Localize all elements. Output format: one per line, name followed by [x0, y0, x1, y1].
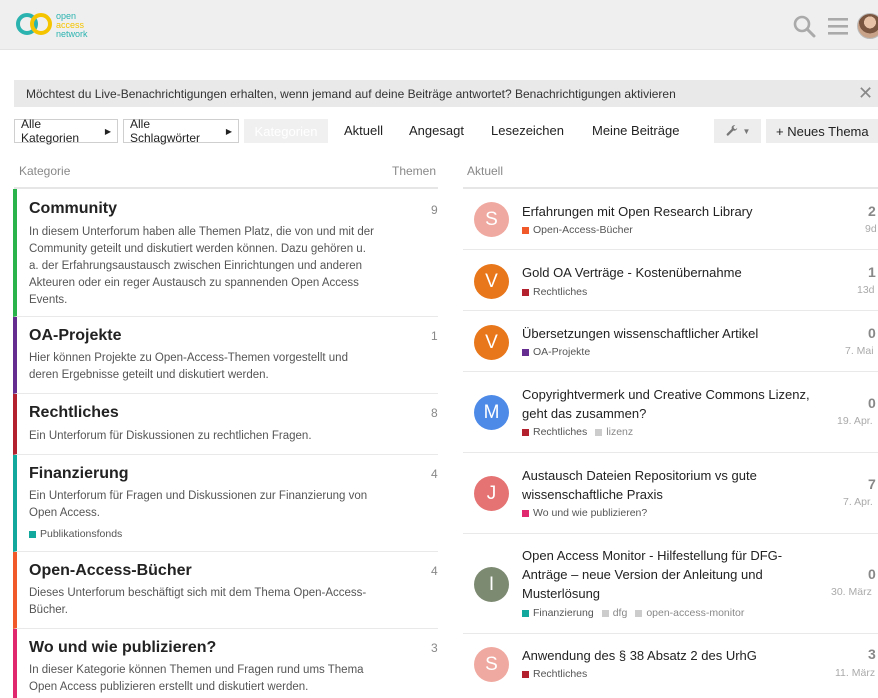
category-topic-count: 1 [431, 329, 438, 343]
new-topic-button[interactable]: + Neues Thema [766, 119, 878, 143]
category-title[interactable]: Community [29, 200, 117, 218]
category-title[interactable]: Finanzierung [29, 465, 129, 483]
subcategory-link[interactable]: Publikationsfonds [29, 528, 122, 540]
topic-row[interactable]: J Austausch Dateien Repositorium vs gute… [463, 453, 878, 534]
caret-right-icon: ▶ [225, 126, 232, 136]
wrench-icon [726, 125, 737, 136]
category-row[interactable]: Open-Access-Bücher Dieses Unterforum bes… [13, 552, 438, 629]
topic-reply-count: 7 [868, 476, 876, 492]
topic-activity-date[interactable]: 7. Apr. [843, 496, 873, 508]
topic-row[interactable]: I Open Access Monitor - Hilfestellung fü… [463, 534, 878, 634]
topic-category[interactable]: Rechtliches [522, 668, 587, 680]
topic-author-avatar[interactable]: V [474, 325, 509, 360]
hamburger-menu-icon[interactable] [826, 14, 850, 38]
category-row[interactable]: OA-Projekte Hier können Projekte zu Open… [13, 317, 438, 394]
category-title[interactable]: Open-Access-Bücher [29, 562, 192, 580]
tab-trending[interactable]: Angesagt [409, 123, 464, 138]
topic-reply-count: 3 [868, 646, 876, 662]
topic-title[interactable]: Copyrightvermerk und Creative Commons Li… [522, 385, 812, 423]
topic-activity-date[interactable]: 9d [865, 223, 877, 235]
topic-category[interactable]: Rechtliches lizenz [522, 426, 633, 438]
user-avatar[interactable] [857, 13, 878, 39]
topic-reply-count: 0 [868, 395, 876, 411]
topic-activity-date[interactable]: 7. Mai [845, 345, 874, 357]
search-icon[interactable] [792, 14, 816, 38]
category-title[interactable]: Rechtliches [29, 404, 119, 422]
logo-icon [16, 11, 52, 39]
topic-title[interactable]: Anwendung des § 38 Absatz 2 des UrhG [522, 646, 812, 665]
topic-title[interactable]: Gold OA Verträge - Kostenübernahme [522, 263, 812, 282]
topic-row[interactable]: V Gold OA Verträge - Kostenübernahme Rec… [463, 250, 878, 311]
topic-category[interactable]: Finanzierung dfg open-access-monitor [522, 607, 744, 619]
topic-title[interactable]: Übersetzungen wissenschaftlicher Artikel [522, 324, 812, 343]
category-row[interactable]: Community In diesem Unterforum haben all… [13, 189, 438, 317]
caret-right-icon: ▶ [104, 126, 111, 136]
category-row[interactable]: Rechtliches Ein Unterforum für Diskussio… [13, 394, 438, 455]
topic-reply-count: 0 [868, 566, 876, 582]
topic-author-avatar[interactable]: I [474, 567, 509, 602]
category-topic-count: 3 [431, 641, 438, 655]
category-column-header: Kategorie [19, 164, 71, 178]
topic-title[interactable]: Austausch Dateien Repositorium vs gute w… [522, 466, 812, 504]
topic-category[interactable]: Rechtliches [522, 286, 587, 298]
category-title[interactable]: Wo und wie publizieren? [29, 639, 216, 657]
category-description: Hier können Projekte zu Open-Access-Them… [29, 352, 348, 381]
topic-row[interactable]: S Anwendung des § 38 Absatz 2 des UrhG R… [463, 634, 878, 698]
tab-categories[interactable]: Kategorien [244, 119, 328, 143]
category-row[interactable]: Wo und wie publizieren? In dieser Katego… [13, 629, 438, 698]
topic-category[interactable]: Open-Access-Bücher [522, 224, 633, 236]
topic-activity-date[interactable]: 19. Apr. [837, 415, 873, 427]
topic-category[interactable]: Wo und wie publizieren? [522, 507, 647, 519]
navigation-bar: Alle Kategorien ▶ Alle Schlagwörter ▶ Kate… [14, 117, 878, 145]
topic-row[interactable]: V Übersetzungen wissenschaftlicher Artik… [463, 311, 878, 372]
category-description: Ein Unterforum für Fragen und Diskussion… [29, 490, 368, 519]
topic-activity-date[interactable]: 13d [857, 284, 875, 296]
topic-tag[interactable]: dfg [601, 607, 627, 619]
category-description: Ein Unterforum für Diskussionen zu recht… [29, 430, 312, 442]
category-description: Dieses Unterforum beschäftigt sich mit d… [29, 587, 367, 616]
category-row[interactable]: Finanzierung Ein Unterforum für Fragen u… [13, 455, 438, 552]
category-topic-count: 4 [431, 467, 438, 481]
all-tags-dropdown[interactable]: Alle Schlagwörter ▶ [123, 117, 239, 145]
topic-author-avatar[interactable]: S [474, 202, 509, 237]
topic-reply-count: 1 [868, 264, 876, 280]
topic-author-avatar[interactable]: V [474, 264, 509, 299]
topic-tag[interactable]: open-access-monitor [635, 607, 744, 619]
topic-title[interactable]: Erfahrungen mit Open Research Library [522, 202, 812, 221]
topic-activity-date[interactable]: 30. März [831, 586, 872, 598]
topic-author-avatar[interactable]: S [474, 647, 509, 682]
tab-latest[interactable]: Aktuell [344, 123, 383, 138]
topic-reply-count: 2 [868, 203, 876, 219]
wrench-dropdown-button[interactable]: ▼ [714, 119, 761, 143]
topic-author-avatar[interactable]: M [474, 395, 509, 430]
category-title[interactable]: OA-Projekte [29, 327, 121, 345]
logo-text-network: network [56, 28, 88, 39]
topic-category[interactable]: OA-Projekte [522, 346, 590, 358]
category-topic-count: 4 [431, 564, 438, 578]
topic-tag[interactable]: lizenz [595, 426, 633, 438]
tab-my-posts[interactable]: Meine Beiträge [592, 123, 679, 138]
topic-title[interactable]: Open Access Monitor - Hilfestellung für … [522, 546, 812, 603]
category-topic-count: 9 [431, 203, 438, 217]
notification-banner-text[interactable]: Möchtest du Live-Benachrichtigungen erha… [26, 87, 676, 101]
category-description: In diesem Unterforum haben alle Themen P… [29, 226, 374, 306]
topic-activity-date[interactable]: 11. März [835, 667, 875, 679]
tab-bookmarks[interactable]: Lesezeichen [491, 123, 564, 138]
topic-row[interactable]: S Erfahrungen mit Open Research Library … [463, 189, 878, 250]
site-logo[interactable]: open access network [16, 9, 88, 41]
topic-row[interactable]: M Copyrightvermerk und Creative Commons … [463, 372, 878, 453]
topic-author-avatar[interactable]: J [474, 476, 509, 511]
category-description: In dieser Kategorie können Themen und Fr… [29, 664, 364, 693]
close-icon[interactable]: ✕ [858, 84, 873, 102]
latest-column-header: Aktuell [467, 164, 504, 178]
chevron-down-icon: ▼ [742, 126, 751, 136]
category-topic-count: 8 [431, 406, 438, 420]
all-categories-dropdown[interactable]: Alle Kategorien ▶ [14, 117, 118, 145]
site-header: open access network [0, 0, 878, 50]
topics-column-header: Themen [392, 164, 437, 178]
notification-banner: Möchtest du Live-Benachrichtigungen erha… [14, 80, 878, 107]
topic-reply-count: 0 [868, 325, 876, 341]
